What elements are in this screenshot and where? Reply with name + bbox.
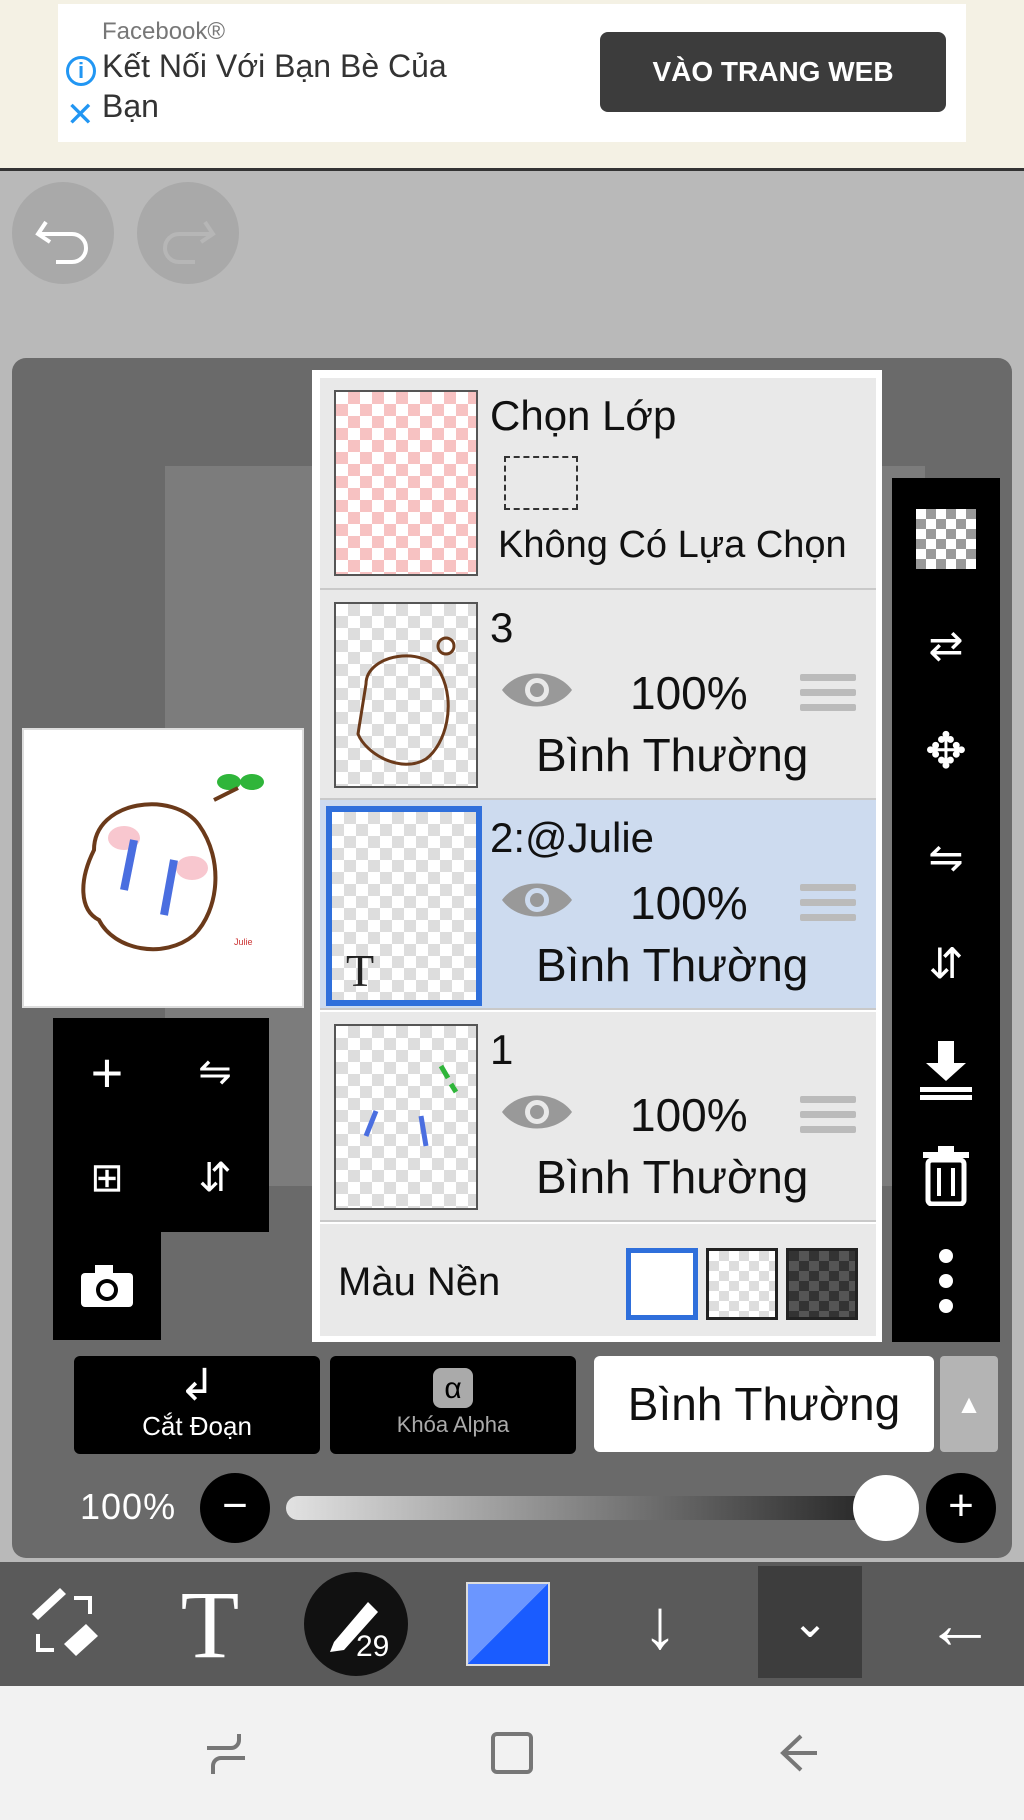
back-arrow-button[interactable]: ← (896, 1562, 1024, 1686)
redo-icon (163, 220, 216, 264)
background-label: Màu Nền (338, 1260, 501, 1304)
selection-layer[interactable]: Chọn Lớp Không Có Lựa Chọn (320, 378, 876, 590)
drag-handle-icon[interactable] (800, 884, 856, 929)
recents-icon (207, 1734, 245, 1774)
layer-opacity[interactable]: 100% (630, 666, 748, 720)
layer-name: 3 (490, 604, 514, 651)
layer-opacity[interactable]: 100% (630, 1088, 748, 1142)
lock-icon: α (433, 1368, 473, 1408)
move-button[interactable]: ✥ (892, 698, 1000, 804)
background-transparent-option[interactable] (706, 1248, 778, 1320)
ad-card[interactable]: Facebook® Kết Nối Với Bạn Bè Của Bạn i ✕… (58, 4, 966, 142)
add-layer-button[interactable]: + (53, 1018, 161, 1126)
selection-marquee-icon (504, 456, 578, 510)
pen-eraser-swap-icon (32, 1588, 98, 1656)
drawing-image: Julie (81, 774, 264, 952)
layer-item[interactable]: 1 100% Bình Thường (320, 1012, 876, 1222)
layer-name: 1 (490, 1026, 514, 1073)
drag-handle-icon[interactable] (800, 674, 856, 719)
text-layer-icon: T (346, 945, 375, 996)
back-button[interactable] (738, 1686, 858, 1820)
clipping-button[interactable]: ↲ Cắt Đoạn (74, 1356, 320, 1454)
eye-icon[interactable] (500, 878, 574, 922)
camera-button[interactable] (53, 1232, 161, 1340)
eye-icon[interactable] (500, 1090, 574, 1134)
undo-button[interactable] (12, 182, 114, 284)
brush-tool-button[interactable]: 29 (292, 1562, 420, 1686)
drag-handle-icon[interactable] (800, 1096, 856, 1141)
eye-icon[interactable] (500, 668, 574, 712)
transform-tool-button[interactable] (0, 1562, 128, 1686)
checker-icon (916, 509, 976, 569)
opacity-slider-knob[interactable] (853, 1475, 919, 1541)
blend-mode-arrow-icon[interactable]: ▲ (940, 1356, 998, 1452)
blend-mode-select[interactable]: Bình Thường (594, 1356, 934, 1452)
selection-layer-title: Chọn Lớp (490, 392, 677, 439)
background-white-option[interactable] (626, 1248, 698, 1320)
home-icon (491, 1732, 533, 1774)
clipping-arrow-icon: ↲ (178, 1361, 216, 1410)
recents-button[interactable] (166, 1686, 286, 1820)
svg-text:Julie: Julie (234, 937, 253, 947)
layer-thumbnail (334, 1024, 478, 1210)
home-button[interactable] (452, 1686, 572, 1820)
background-dark-option[interactable] (786, 1248, 858, 1320)
redo-button[interactable] (137, 182, 239, 284)
opacity-label: 100% (80, 1486, 177, 1527)
camera-icon (81, 1265, 133, 1307)
layer-blend-mode[interactable]: Bình Thường (536, 728, 808, 782)
merge-down-icon (920, 1041, 972, 1100)
camera-tool (53, 1232, 161, 1340)
flip-horizontal-button[interactable]: ⇋ (161, 1018, 269, 1126)
back-icon (780, 1734, 817, 1772)
ad-visit-button[interactable]: VÀO TRANG WEB (600, 32, 946, 112)
layer-opacity[interactable]: 100% (630, 876, 748, 930)
layers-panel-toggle[interactable]: ⌄ (758, 1566, 862, 1678)
merge-down-button[interactable] (892, 1016, 1000, 1122)
more-options-button[interactable] (892, 1228, 1000, 1334)
info-icon[interactable]: i (66, 56, 96, 86)
left-tool-group: + ⇋ ⊞ ⇵ (53, 1018, 269, 1232)
close-icon[interactable]: ✕ (66, 98, 95, 132)
opacity-slider[interactable] (286, 1496, 886, 1520)
layer-item[interactable]: 3 100% Bình Thường (320, 590, 876, 800)
text-tool-button[interactable]: T (146, 1562, 274, 1686)
selection-status: Không Có Lựa Chọn (498, 524, 847, 566)
color-picker-button[interactable] (444, 1562, 572, 1686)
layer-thumbnail: T (326, 806, 482, 1006)
canvas-preview: Julie (22, 728, 304, 1008)
flip-vertical-layer-button[interactable]: ⇵ (892, 910, 1000, 1016)
layer-blend-mode[interactable]: Bình Thường (536, 938, 808, 992)
background-color-row: Màu Nền (320, 1224, 876, 1336)
alpha-lock-button[interactable]: α Khóa Alpha (330, 1356, 576, 1454)
opacity-increase-button[interactable]: + (926, 1473, 996, 1543)
brush-circle: 29 (304, 1572, 408, 1676)
selection-thumbnail (334, 390, 478, 576)
ad-brand: Facebook® (102, 18, 226, 45)
move-down-button[interactable]: ↓ (596, 1562, 724, 1686)
layer-name: 2:@Julie (490, 814, 655, 861)
flip-vertical-button[interactable]: ⇵ (161, 1124, 269, 1232)
bottom-toolbar: T 29 ↓ ⌄ ← (0, 1562, 1024, 1686)
color-swatch (466, 1582, 550, 1666)
ad-banner: Facebook® Kết Nối Với Bạn Bè Của Bạn i ✕… (0, 0, 1024, 171)
right-tool-column: ⇄ ✥ ⇋ ⇵ (892, 478, 1000, 1342)
more-vertical-icon (939, 1249, 953, 1313)
duplicate-layer-button[interactable]: ⊞ (53, 1124, 161, 1232)
ad-title: Kết Nối Với Bạn Bè Của Bạn (102, 48, 447, 124)
brush-size: 29 (356, 1630, 390, 1663)
flip-horizontal-layer-button[interactable]: ⇋ (892, 804, 1000, 910)
swap-layer-button[interactable]: ⇄ (892, 592, 1000, 698)
transparency-button[interactable] (892, 486, 1000, 592)
layer-thumbnail (334, 602, 478, 788)
system-navigation-bar (0, 1686, 1024, 1820)
layer-item-selected[interactable]: T 2:@Julie 100% Bình Thường (320, 800, 876, 1010)
clipping-label: Cắt Đoạn (142, 1411, 252, 1441)
undo-icon (35, 220, 88, 264)
opacity-decrease-button[interactable]: − (200, 1473, 270, 1543)
layer-blend-mode[interactable]: Bình Thường (536, 1150, 808, 1204)
alpha-lock-label: Khóa Alpha (396, 1412, 510, 1437)
trash-icon (923, 1146, 969, 1206)
delete-layer-button[interactable] (892, 1122, 1000, 1228)
